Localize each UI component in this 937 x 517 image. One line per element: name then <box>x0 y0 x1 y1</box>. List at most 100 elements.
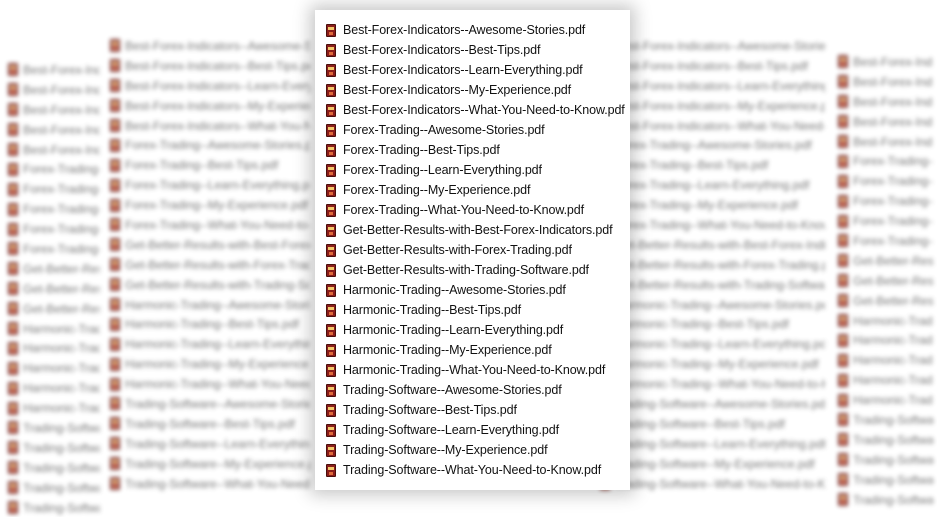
file-name: Forex-Trading--Learn-Everything.pdf <box>343 163 542 177</box>
file-item[interactable]: Trading-Software--Best-Tips.pdf <box>326 400 630 420</box>
blurred-file-name: Forex-Trading--My-Experience.pdf <box>615 198 798 213</box>
file-item[interactable]: Get-Better-Results-with-Best-Forex-Indic… <box>326 220 630 240</box>
file-name: Harmonic-Trading--What-You-Need-to-Know.… <box>343 363 606 377</box>
pdf-file-icon <box>8 202 18 216</box>
blurred-file-name: Best-Forex-Indicators--Learn-Everything.… <box>125 78 310 93</box>
blurred-file-name: Forex-Trading--What-You-Need-to-Know.pdf <box>125 217 310 232</box>
blurred-file-item: Trading-Software--What-You-Need-to-Know.… <box>838 490 933 510</box>
blurred-file-item: Harmonic-Trading--What-You-Need-to-Know.… <box>838 390 933 410</box>
pdf-file-icon <box>8 481 18 495</box>
pdf-file-icon <box>838 95 848 109</box>
blurred-file-item: Trading-Software--Learn-Everything.pdf <box>110 434 310 454</box>
file-item[interactable]: Best-Forex-Indicators--Best-Tips.pdf <box>326 40 630 60</box>
blurred-file-name: Get-Better-Results-with-Best-Forex-Indic… <box>615 237 825 252</box>
blurred-file-name: Harmonic-Trading--Awesome-Stories.pdf <box>853 313 933 328</box>
file-name: Best-Forex-Indicators--Awesome-Stories.p… <box>343 23 586 37</box>
blurred-file-item: Harmonic-Trading--What-You-Need-to-Know.… <box>600 374 825 394</box>
pdf-file-icon <box>838 274 848 288</box>
file-item[interactable]: Forex-Trading--My-Experience.pdf <box>326 180 630 200</box>
blurred-list-far-right: Best-Forex-Indicators--Awesome-Stories.p… <box>838 52 933 509</box>
file-item[interactable]: Forex-Trading--Learn-Everything.pdf <box>326 160 630 180</box>
blurred-file-item: Trading-Software--Awesome-Stories.pdf <box>600 394 825 414</box>
file-item[interactable]: Harmonic-Trading--My-Experience.pdf <box>326 340 630 360</box>
blurred-file-name: Trading-Software--Best-Tips.pdf <box>615 416 785 431</box>
file-item[interactable]: Trading-Software--What-You-Need-to-Know.… <box>326 460 630 480</box>
blurred-file-item: Forex-Trading--My-Experience.pdf <box>600 195 825 215</box>
pdf-file-icon <box>110 357 120 371</box>
file-name: Trading-Software--Learn-Everything.pdf <box>343 423 559 437</box>
pdf-file-icon <box>8 421 18 435</box>
pdf-file-icon <box>8 242 18 256</box>
file-item[interactable]: Best-Forex-Indicators--What-You-Need-to-… <box>326 100 630 120</box>
pdf-file-icon <box>838 493 848 507</box>
blurred-file-name: Best-Forex-Indicators--What-You-Need-to-… <box>615 118 825 133</box>
blurred-file-item: Harmonic-Trading--Awesome-Stories.pdf <box>838 311 933 331</box>
blurred-file-name: Harmonic-Trading--My-Experience.pdf <box>23 381 100 396</box>
file-item[interactable]: Best-Forex-Indicators--Awesome-Stories.p… <box>326 20 630 40</box>
blurred-file-item: Get-Better-Results-with-Best-Forex-Indic… <box>110 235 310 255</box>
blurred-file-item: Get-Better-Results-with-Forex-Trading.pd… <box>110 255 310 275</box>
blurred-file-name: Trading-Software--My-Experience.pdf <box>615 456 815 471</box>
blurred-file-name: Best-Forex-Indicators--Awesome-Stories.p… <box>23 62 100 77</box>
file-name: Get-Better-Results-with-Forex-Trading.pd… <box>343 243 572 257</box>
file-item[interactable]: Trading-Software--Learn-Everything.pdf <box>326 420 630 440</box>
blurred-file-item: Trading-Software--Best-Tips.pdf <box>110 414 310 434</box>
pdf-file-icon <box>326 403 336 417</box>
blurred-list-far-left: Best-Forex-Indicators--Awesome-Stories.p… <box>8 60 100 517</box>
file-item[interactable]: Harmonic-Trading--What-You-Need-to-Know.… <box>326 360 630 380</box>
file-item[interactable]: Trading-Software--My-Experience.pdf <box>326 440 630 460</box>
blurred-file-name: Harmonic-Trading--Learn-Everything.pdf <box>853 353 933 368</box>
blurred-file-name: Harmonic-Trading--What-You-Need-to-Know.… <box>853 393 933 408</box>
blurred-file-item: Harmonic-Trading--Learn-Everything.pdf <box>838 350 933 370</box>
file-name: Best-Forex-Indicators--Best-Tips.pdf <box>343 43 541 57</box>
pdf-file-icon <box>110 477 120 491</box>
file-item[interactable]: Get-Better-Results-with-Trading-Software… <box>326 260 630 280</box>
blurred-file-item: Trading-Software--My-Experience.pdf <box>110 454 310 474</box>
pdf-file-icon <box>838 333 848 347</box>
file-item[interactable]: Forex-Trading--Best-Tips.pdf <box>326 140 630 160</box>
pdf-file-icon <box>110 218 120 232</box>
pdf-file-icon <box>326 383 336 397</box>
blurred-file-name: Trading-Software--What-You-Need-to-Know.… <box>615 476 825 491</box>
blurred-file-item: Harmonic-Trading--Learn-Everything.pdf <box>8 358 100 378</box>
blurred-file-name: Get-Better-Results-with-Trading-Software… <box>23 301 100 316</box>
file-item[interactable]: Harmonic-Trading--Best-Tips.pdf <box>326 300 630 320</box>
file-item[interactable]: Best-Forex-Indicators--Learn-Everything.… <box>326 60 630 80</box>
file-item[interactable]: Trading-Software--Awesome-Stories.pdf <box>326 380 630 400</box>
blurred-file-name: Trading-Software--Learn-Everything.pdf <box>23 460 100 475</box>
pdf-file-icon <box>110 377 120 391</box>
blurred-file-item: Harmonic-Trading--My-Experience.pdf <box>110 354 310 374</box>
blurred-file-item: Forex-Trading--Best-Tips.pdf <box>600 155 825 175</box>
pdf-file-icon <box>326 103 336 117</box>
file-name: Best-Forex-Indicators--What-You-Need-to-… <box>343 103 625 117</box>
blurred-file-name: Best-Forex-Indicators--What-You-Need-to-… <box>125 118 310 133</box>
pdf-file-icon <box>326 43 336 57</box>
blurred-file-item: Forex-Trading--Awesome-Stories.pdf <box>8 159 100 179</box>
pdf-file-icon <box>326 163 336 177</box>
file-item[interactable]: Get-Better-Results-with-Forex-Trading.pd… <box>326 240 630 260</box>
pdf-file-icon <box>110 258 120 272</box>
file-item[interactable]: Harmonic-Trading--Learn-Everything.pdf <box>326 320 630 340</box>
pdf-file-icon <box>8 341 18 355</box>
file-item[interactable]: Forex-Trading--Awesome-Stories.pdf <box>326 120 630 140</box>
blurred-file-name: Harmonic-Trading--Learn-Everything.pdf <box>125 337 310 352</box>
blurred-file-item: Trading-Software--My-Experience.pdf <box>8 478 100 498</box>
blurred-file-name: Best-Forex-Indicators--What-You-Need-to-… <box>23 142 100 157</box>
blurred-file-name: Harmonic-Trading--Awesome-Stories.pdf <box>615 297 825 312</box>
blurred-file-item: Forex-Trading--Learn-Everything.pdf <box>600 175 825 195</box>
blurred-file-item: Trading-Software--Awesome-Stories.pdf <box>838 410 933 430</box>
file-name: Harmonic-Trading--Awesome-Stories.pdf <box>343 283 566 297</box>
file-item[interactable]: Best-Forex-Indicators--My-Experience.pdf <box>326 80 630 100</box>
blurred-file-name: Harmonic-Trading--My-Experience.pdf <box>125 357 310 372</box>
blurred-file-item: Forex-Trading--What-You-Need-to-Know.pdf <box>8 239 100 259</box>
blurred-file-name: Best-Forex-Indicators--Awesome-Stories.p… <box>853 54 933 69</box>
blurred-file-name: Best-Forex-Indicators--My-Experience.pdf <box>615 98 825 113</box>
blurred-file-item: Harmonic-Trading--Learn-Everything.pdf <box>600 334 825 354</box>
blurred-file-item: Harmonic-Trading--What-You-Need-to-Know.… <box>110 374 310 394</box>
blurred-file-name: Forex-Trading--What-You-Need-to-Know.pdf <box>23 241 100 256</box>
blurred-file-item: Best-Forex-Indicators--What-You-Need-to-… <box>838 132 933 152</box>
file-item[interactable]: Harmonic-Trading--Awesome-Stories.pdf <box>326 280 630 300</box>
file-item[interactable]: Forex-Trading--What-You-Need-to-Know.pdf <box>326 200 630 220</box>
pdf-file-icon <box>326 183 336 197</box>
pdf-file-icon <box>8 302 18 316</box>
